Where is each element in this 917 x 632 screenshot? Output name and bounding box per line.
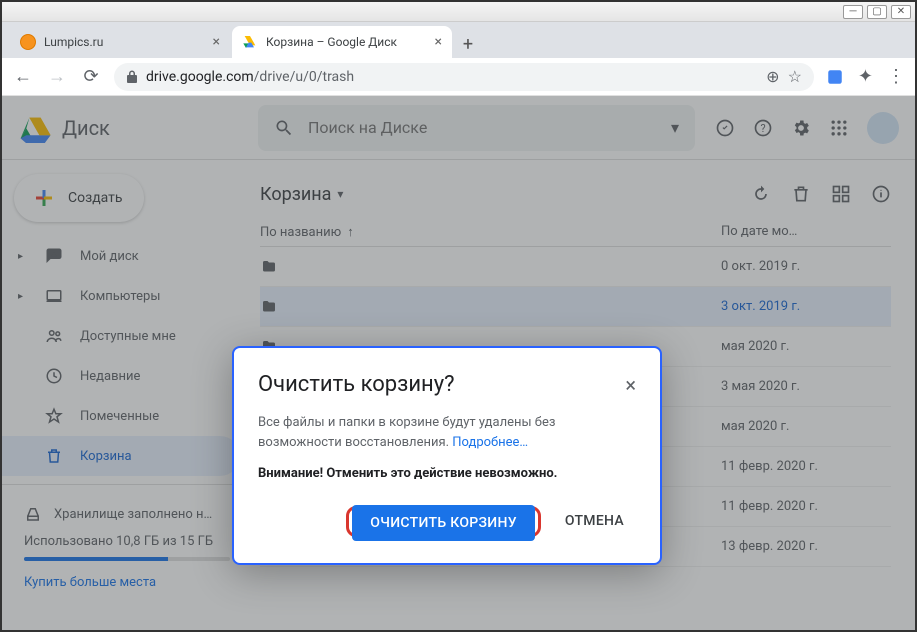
annotation-highlight: ОЧИСТИТЬ КОРЗИНУ [346, 506, 541, 537]
dialog-close-icon[interactable]: × [625, 373, 636, 397]
nav-forward-icon[interactable]: → [46, 66, 68, 87]
window-close-button[interactable]: ✕ [891, 5, 911, 19]
tab-title: Корзина – Google Диск [266, 35, 427, 49]
dialog-learn-more-link[interactable]: Подробнее… [452, 435, 528, 450]
extensions-puzzle-icon[interactable]: ✦ [858, 66, 873, 87]
extension-icon[interactable] [826, 68, 844, 86]
dialog-body: Все файлы и папки в корзине будут удален… [258, 413, 636, 452]
padlock-icon [126, 70, 138, 84]
url-text: drive.google.com/drive/u/0/trash [146, 69, 758, 85]
favicon-drive-icon [242, 34, 258, 50]
tab-title: Lumpics.ru [44, 35, 205, 49]
new-tab-button[interactable]: + [454, 30, 482, 58]
tab-close-icon[interactable]: × [435, 34, 442, 50]
cancel-button[interactable]: ОТМЕНА [553, 503, 636, 539]
nav-back-icon[interactable]: ← [12, 66, 34, 87]
empty-trash-confirm-button[interactable]: ОЧИСТИТЬ КОРЗИНУ [352, 505, 535, 541]
empty-trash-dialog: Очистить корзину? × Все файлы и папки в … [232, 346, 662, 565]
zoom-icon[interactable]: ⊕ [766, 67, 779, 86]
browser-tab-strip: Lumpics.ru × Корзина – Google Диск × + [2, 22, 915, 58]
browser-tab-active[interactable]: Корзина – Google Диск × [232, 26, 452, 58]
browser-address-bar: ← → ⟳ drive.google.com/drive/u/0/trash ⊕… [2, 58, 915, 96]
dialog-title: Очистить корзину? [258, 372, 455, 397]
dialog-warning-text: Внимание! Отменить это действие невозмож… [258, 466, 636, 481]
nav-reload-icon[interactable]: ⟳ [80, 66, 102, 87]
browser-tab-inactive[interactable]: Lumpics.ru × [10, 26, 230, 58]
url-box[interactable]: drive.google.com/drive/u/0/trash ⊕ ☆ [114, 63, 814, 91]
browser-menu-icon[interactable]: ⋮ [887, 66, 905, 87]
bookmark-star-icon[interactable]: ☆ [788, 67, 802, 86]
app-root: Диск ▾ ? Создать ▸ Мой диск [2, 96, 915, 630]
favicon-lumpics-icon [20, 34, 36, 50]
window-maximize-button[interactable]: ▢ [867, 5, 887, 19]
window-minimize-button[interactable]: ─ [843, 5, 863, 19]
tab-close-icon[interactable]: × [213, 34, 220, 50]
window-titlebar: ─ ▢ ✕ [2, 2, 915, 22]
